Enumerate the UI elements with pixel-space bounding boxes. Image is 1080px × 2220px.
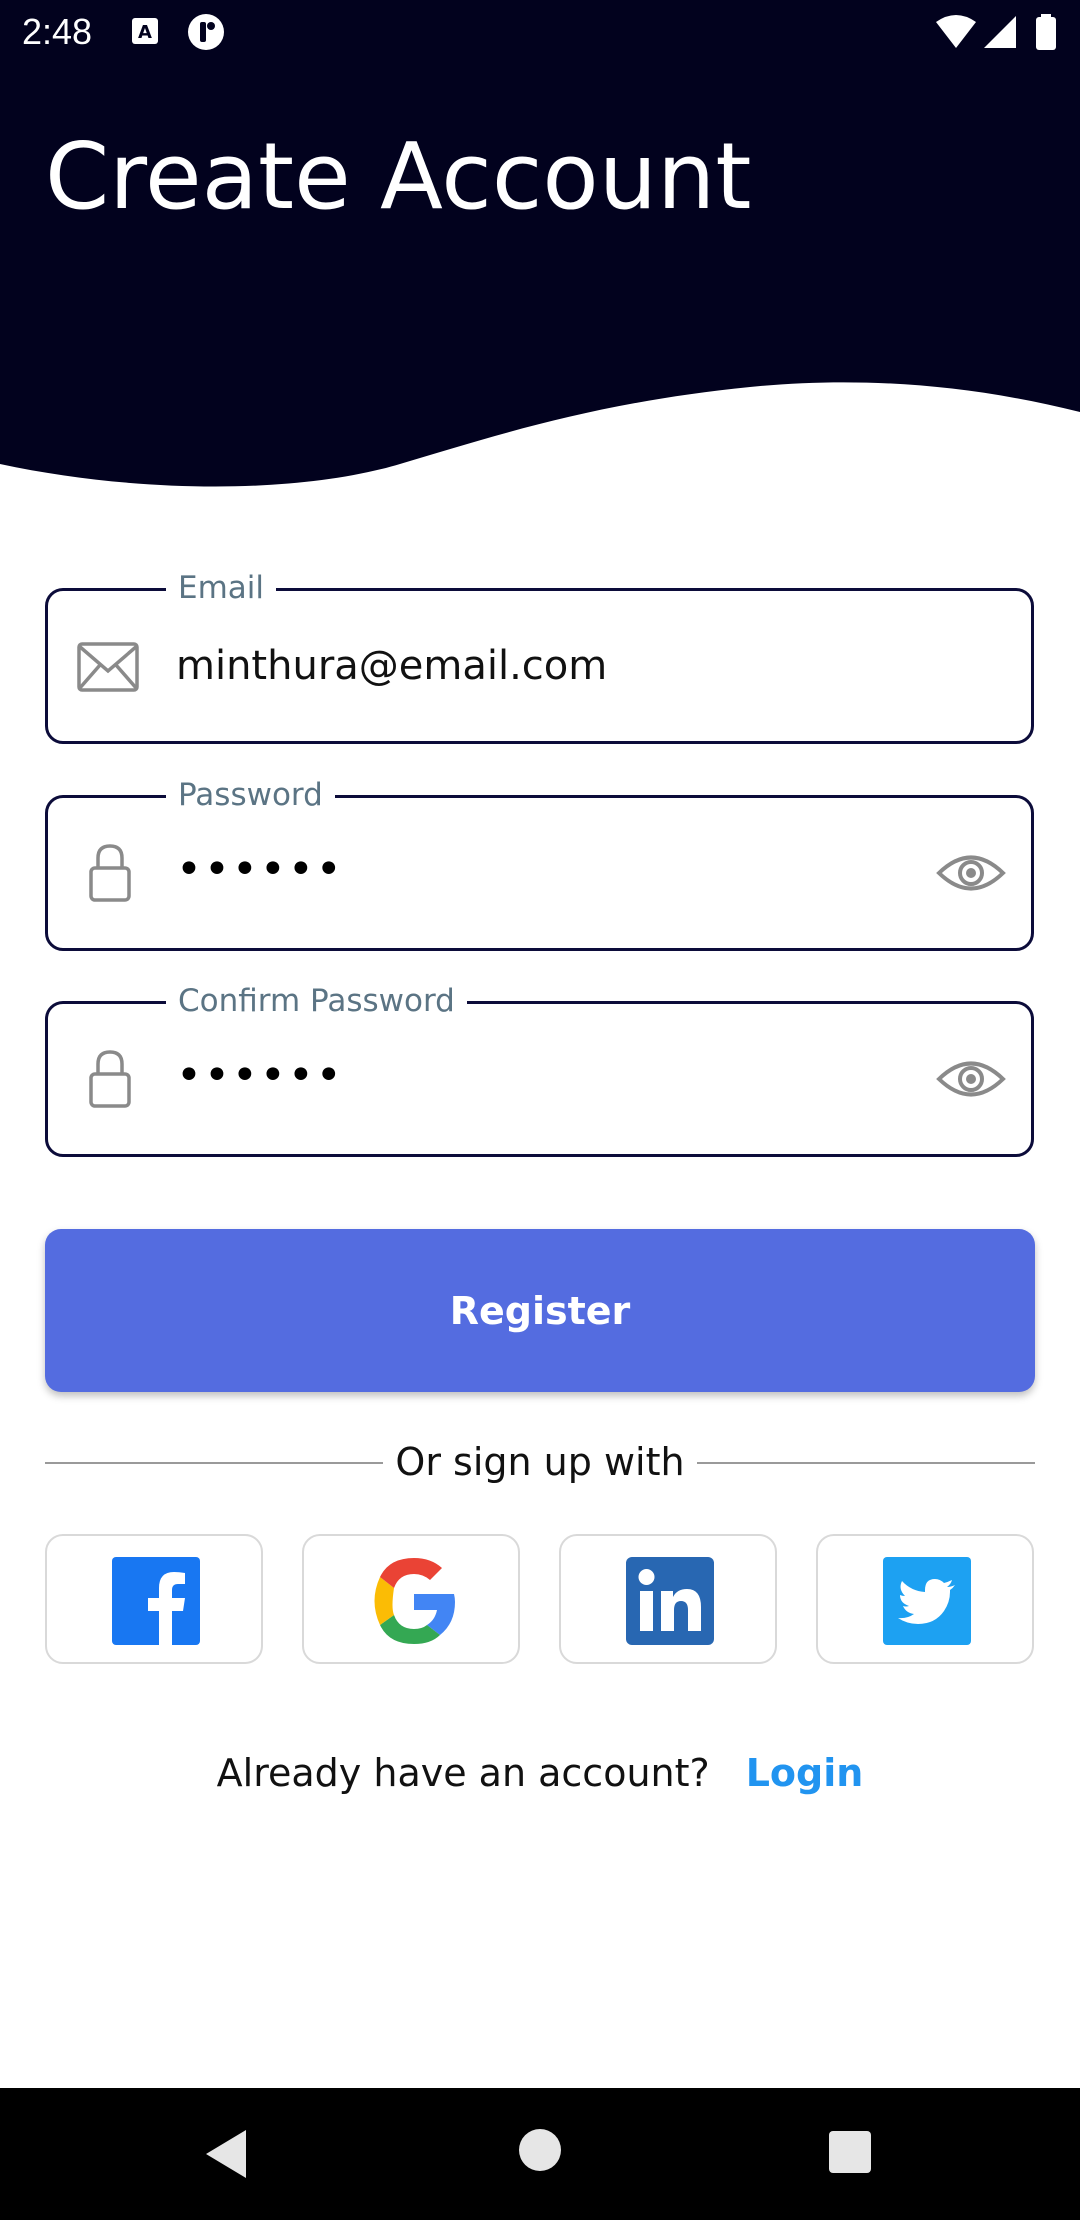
email-label: Email: [166, 569, 277, 607]
lock-icon: [88, 843, 132, 907]
confirm-password-field[interactable]: Confirm Password ••••••: [45, 982, 1034, 1157]
eye-icon[interactable]: [936, 850, 1006, 900]
page-title: Create Account: [45, 123, 752, 230]
confirm-password-label: Confirm Password: [166, 982, 467, 1020]
login-link[interactable]: Login: [746, 1751, 864, 1795]
email-input[interactable]: minthura@email.com: [176, 641, 607, 691]
home-icon[interactable]: [518, 2128, 562, 2176]
signal-icon: [982, 12, 1018, 56]
facebook-button[interactable]: [45, 1534, 263, 1664]
mail-icon: [76, 641, 140, 699]
confirm-password-input[interactable]: ••••••: [176, 1046, 344, 1106]
google-button[interactable]: [302, 1534, 520, 1664]
lock-icon: [88, 1049, 132, 1113]
linkedin-icon: [626, 1557, 714, 1645]
header: Create Account: [0, 64, 1080, 504]
login-question: Already have an account?: [216, 1751, 710, 1795]
wifi-icon: [934, 12, 978, 56]
status-bar: 2:48 A: [0, 0, 1080, 64]
linkedin-button[interactable]: [559, 1534, 777, 1664]
login-row: Already have an account? Login: [0, 1748, 1080, 1798]
svg-text:A: A: [138, 22, 152, 43]
register-button[interactable]: Register: [45, 1229, 1035, 1392]
google-icon: [374, 1558, 455, 1644]
password-input[interactable]: ••••••: [176, 840, 344, 900]
app-notification-icon: [186, 12, 226, 56]
eye-icon[interactable]: [936, 1056, 1006, 1106]
back-icon[interactable]: [202, 2126, 252, 2186]
twitter-icon: [883, 1557, 971, 1645]
battery-icon: [1034, 12, 1058, 56]
navigation-bar: [0, 2088, 1080, 2220]
recents-icon[interactable]: [828, 2130, 872, 2178]
keyboard-a-icon: A: [130, 12, 160, 56]
twitter-button[interactable]: [816, 1534, 1034, 1664]
email-field[interactable]: Email minthura@email.com: [45, 569, 1034, 744]
status-time: 2:48: [22, 11, 93, 52]
password-field[interactable]: Password ••••••: [45, 776, 1034, 951]
password-label: Password: [166, 776, 335, 814]
facebook-icon: [112, 1557, 200, 1645]
divider-line-right: [697, 1462, 1035, 1464]
